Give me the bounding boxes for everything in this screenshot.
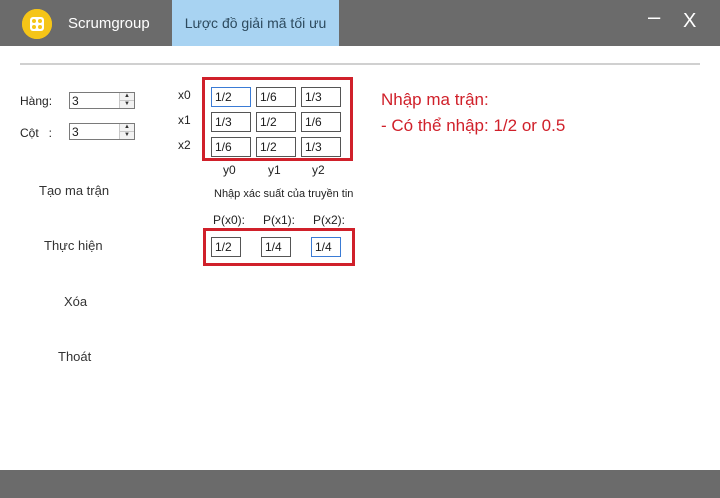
matrix-cell-0-2[interactable]: 1/3: [301, 87, 341, 107]
cols-label: Cột :: [20, 126, 53, 140]
probability-caption: Nhập xác suất của truyền tin: [214, 188, 354, 200]
row-label: x2: [178, 138, 191, 152]
column-label: y1: [268, 163, 281, 177]
row-label: x0: [178, 88, 191, 102]
probability-input-x1[interactable]: 1/4: [261, 237, 291, 257]
matrix-cell-0-0[interactable]: 1/2: [211, 87, 251, 107]
rows-label: Hàng:: [20, 94, 53, 108]
probability-label: P(x1):: [263, 213, 296, 227]
column-label: y2: [312, 163, 325, 177]
row-label: x1: [178, 113, 191, 127]
stepper-down-icon[interactable]: ▼: [120, 131, 134, 139]
probability-label: P(x2):: [313, 213, 346, 227]
exit-button[interactable]: Thoát: [58, 349, 91, 364]
create-matrix-button[interactable]: Tạo ma trận: [39, 183, 109, 198]
execute-button[interactable]: Thực hiện: [44, 238, 103, 253]
column-label: y0: [223, 163, 236, 177]
matrix-cell-1-1[interactable]: 1/2: [256, 112, 296, 132]
matrix-cell-0-1[interactable]: 1/6: [256, 87, 296, 107]
cols-stepper[interactable]: 3 ▲ ▼: [69, 123, 135, 140]
rows-stepper-arrows[interactable]: ▲ ▼: [119, 93, 134, 108]
rows-stepper[interactable]: 3 ▲ ▼: [69, 92, 135, 109]
cols-stepper-arrows[interactable]: ▲ ▼: [119, 124, 134, 139]
matrix-cell-2-1[interactable]: 1/2: [256, 137, 296, 157]
matrix-cell-1-0[interactable]: 1/3: [211, 112, 251, 132]
close-button[interactable]: X: [683, 10, 696, 32]
stepper-up-icon[interactable]: ▲: [120, 93, 134, 100]
probability-input-x0[interactable]: 1/2: [211, 237, 241, 257]
annotation-hint: - Có thể nhập: 1/2 or 0.5: [381, 116, 566, 135]
annotation-title: Nhập ma trận:: [381, 90, 489, 109]
tab-decoding-scheme[interactable]: Lược đồ giải mã tối ưu: [172, 0, 339, 46]
app-logo-icon: [22, 9, 52, 39]
probability-label: P(x0):: [213, 213, 246, 227]
probability-input-x2[interactable]: 1/4: [311, 237, 341, 257]
matrix-cell-2-2[interactable]: 1/3: [301, 137, 341, 157]
app-title: Scrumgroup: [68, 15, 150, 32]
cols-value[interactable]: 3: [72, 125, 79, 139]
stepper-down-icon[interactable]: ▼: [120, 100, 134, 108]
header-divider: [20, 63, 700, 65]
stepper-up-icon[interactable]: ▲: [120, 124, 134, 131]
rows-value[interactable]: 3: [72, 94, 79, 108]
footer-bar: [0, 470, 720, 498]
title-bar: Scrumgroup Lược đồ giải mã tối ưu – X: [0, 0, 720, 46]
delete-button[interactable]: Xóa: [64, 294, 87, 309]
minimize-button[interactable]: –: [648, 6, 660, 28]
matrix-cell-2-0[interactable]: 1/6: [211, 137, 251, 157]
matrix-cell-1-2[interactable]: 1/6: [301, 112, 341, 132]
